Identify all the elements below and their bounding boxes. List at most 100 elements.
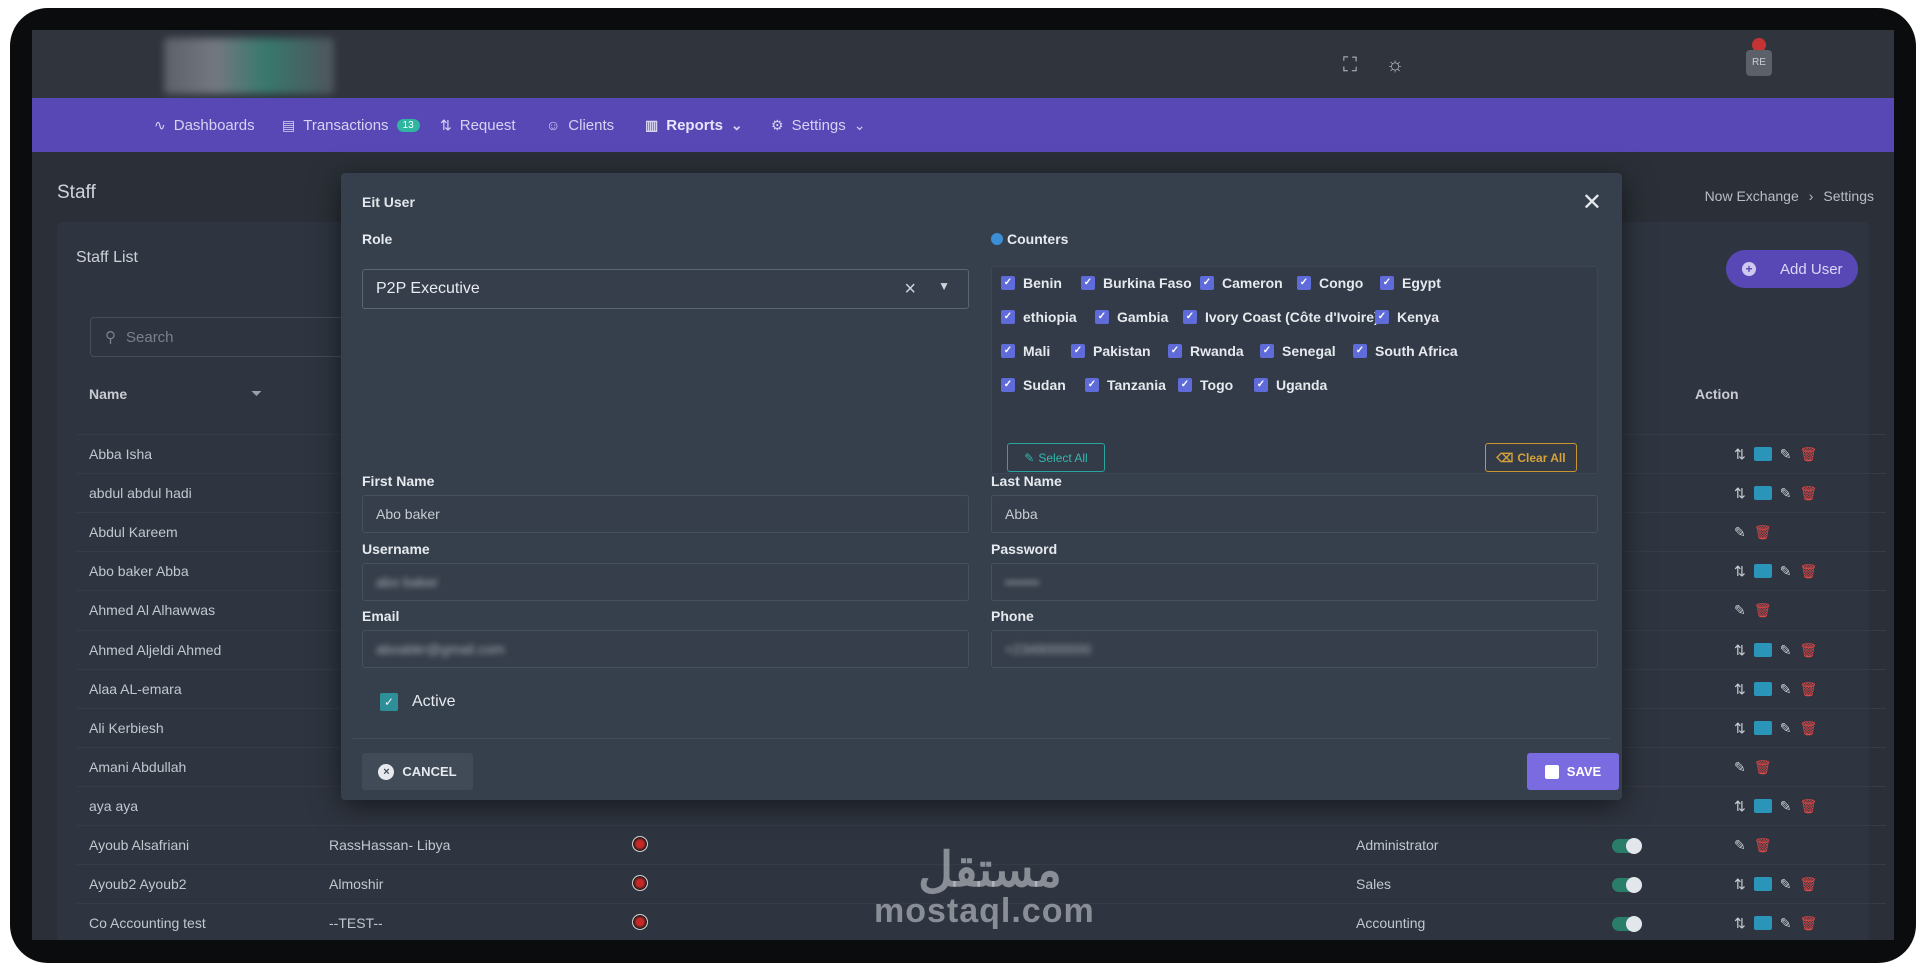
- trash-icon[interactable]: 🗑: [1799, 875, 1817, 893]
- transfer-icon[interactable]: ⇅: [1734, 875, 1746, 893]
- edit-icon[interactable]: ✎: [1780, 562, 1792, 580]
- trash-icon[interactable]: 🗑: [1799, 641, 1817, 659]
- checkbox-checked-icon[interactable]: ✓: [1297, 276, 1311, 290]
- filter-icon[interactable]: ⏷: [251, 385, 262, 402]
- role-select[interactable]: P2P Executive × ▼: [362, 269, 969, 309]
- nav-clients[interactable]: ☺ Clients: [546, 98, 614, 152]
- transfer-icon[interactable]: ⇅: [1734, 641, 1746, 659]
- country-checkbox[interactable]: ✓ Cameron: [1200, 275, 1283, 291]
- nav-dashboards[interactable]: ∿ Dashboards: [154, 98, 255, 152]
- select-all-button[interactable]: ✎ Select All: [1007, 443, 1105, 472]
- checkbox-checked-icon[interactable]: ✓: [1085, 378, 1099, 392]
- checkbox-checked-icon[interactable]: ✓: [1001, 378, 1015, 392]
- edit-icon[interactable]: ✎: [1780, 445, 1792, 463]
- country-checkbox[interactable]: ✓ ethiopia: [1001, 309, 1077, 325]
- clear-icon[interactable]: ×: [904, 278, 916, 301]
- status-toggle[interactable]: [1612, 916, 1642, 933]
- country-checkbox[interactable]: ✓ South Africa: [1353, 343, 1458, 359]
- trash-icon[interactable]: 🗑: [1754, 601, 1772, 619]
- checkbox-checked-icon[interactable]: ✓: [1178, 378, 1192, 392]
- transfer-icon[interactable]: ⇅: [1734, 562, 1746, 580]
- active-checkbox-row[interactable]: ✓ Active: [380, 693, 456, 711]
- cancel-button[interactable]: × CANCEL: [362, 753, 473, 790]
- fullscreen-icon[interactable]: ⛶: [1339, 54, 1361, 76]
- edit-icon[interactable]: ✎: [1780, 875, 1792, 893]
- avatar[interactable]: RE: [1746, 50, 1772, 76]
- country-checkbox[interactable]: ✓ Benin: [1001, 275, 1062, 291]
- wallet-icon[interactable]: [1753, 720, 1772, 735]
- country-checkbox[interactable]: ✓ Senegal: [1260, 343, 1336, 359]
- checkbox-checked-icon[interactable]: ✓: [1001, 276, 1015, 290]
- edit-icon[interactable]: ✎: [1734, 601, 1746, 619]
- trash-icon[interactable]: 🗑: [1799, 719, 1817, 737]
- trash-icon[interactable]: 🗑: [1754, 758, 1772, 776]
- add-user-button[interactable]: + Add User: [1726, 250, 1858, 288]
- country-checkbox[interactable]: ✓ Tanzania: [1085, 377, 1166, 393]
- country-checkbox[interactable]: ✓ Uganda: [1254, 377, 1327, 393]
- wallet-icon[interactable]: [1753, 564, 1772, 579]
- trash-icon[interactable]: 🗑: [1799, 484, 1817, 502]
- first-name-field[interactable]: Abo baker: [362, 495, 969, 533]
- checkbox-checked-icon[interactable]: ✓: [1168, 344, 1182, 358]
- edit-icon[interactable]: ✎: [1734, 836, 1746, 854]
- status-toggle[interactable]: [1612, 838, 1642, 854]
- checkbox-checked-icon[interactable]: ✓: [1200, 276, 1214, 290]
- wallet-icon[interactable]: [1753, 486, 1772, 501]
- transfer-icon[interactable]: ⇅: [1734, 680, 1746, 698]
- trash-icon[interactable]: 🗑: [1799, 562, 1817, 580]
- wallet-icon[interactable]: [1753, 642, 1772, 657]
- trash-icon[interactable]: 🗑: [1754, 836, 1772, 854]
- checkbox-checked-icon[interactable]: ✓: [1260, 344, 1274, 358]
- last-name-field[interactable]: Abba: [991, 495, 1598, 533]
- col-name[interactable]: Name: [89, 386, 127, 402]
- transfer-icon[interactable]: ⇅: [1734, 445, 1746, 463]
- active-checkbox[interactable]: ✓: [380, 693, 398, 711]
- checkbox-checked-icon[interactable]: ✓: [1081, 276, 1095, 290]
- nav-reports[interactable]: ▥ Reports ⌄: [645, 98, 743, 152]
- transfer-icon[interactable]: ⇅: [1734, 719, 1746, 737]
- checkbox-checked-icon[interactable]: ✓: [1095, 310, 1109, 324]
- transfer-icon[interactable]: ⇅: [1734, 797, 1746, 815]
- edit-icon[interactable]: ✎: [1780, 484, 1792, 502]
- country-checkbox[interactable]: ✓ Congo: [1297, 275, 1363, 291]
- checkbox-checked-icon[interactable]: ✓: [1353, 344, 1367, 358]
- country-checkbox[interactable]: ✓ Mali: [1001, 343, 1050, 359]
- phone-field[interactable]: +2349000000: [991, 630, 1598, 668]
- country-checkbox[interactable]: ✓ Egypt: [1380, 275, 1441, 291]
- edit-icon[interactable]: ✎: [1780, 914, 1792, 932]
- country-checkbox[interactable]: ✓ Rwanda: [1168, 343, 1244, 359]
- nav-settings[interactable]: ⚙ Settings ⌄: [771, 98, 866, 152]
- edit-icon[interactable]: ✎: [1734, 758, 1746, 776]
- save-button[interactable]: SAVE: [1527, 753, 1619, 790]
- country-checkbox[interactable]: ✓ Pakistan: [1071, 343, 1151, 359]
- checkbox-checked-icon[interactable]: ✓: [1001, 310, 1015, 324]
- transfer-icon[interactable]: ⇅: [1734, 914, 1746, 932]
- transfer-icon[interactable]: ⇅: [1734, 484, 1746, 502]
- country-checkbox[interactable]: ✓ Gambia: [1095, 309, 1168, 325]
- country-checkbox[interactable]: ✓ Ivory Coast (Côte d'Ivoire): [1183, 309, 1379, 325]
- trash-icon[interactable]: 🗑: [1799, 914, 1817, 932]
- checkbox-checked-icon[interactable]: ✓: [1001, 344, 1015, 358]
- wallet-icon[interactable]: [1753, 877, 1772, 892]
- close-icon[interactable]: ✕: [1582, 191, 1602, 215]
- country-checkbox[interactable]: ✓ Togo: [1178, 377, 1233, 393]
- caret-down-icon[interactable]: ▼: [938, 279, 950, 293]
- email-field[interactable]: aboabkr@gmail.com: [362, 630, 969, 668]
- wallet-icon[interactable]: [1753, 447, 1772, 461]
- status-toggle[interactable]: [1612, 877, 1642, 894]
- checkbox-checked-icon[interactable]: ✓: [1375, 310, 1389, 324]
- clear-all-button[interactable]: ⌫ Clear All: [1485, 443, 1577, 472]
- breadcrumb-item[interactable]: Now Exchange: [1705, 188, 1799, 204]
- username-field[interactable]: abo baker: [362, 563, 969, 601]
- sun-icon[interactable]: ☼: [1384, 54, 1406, 76]
- wallet-icon[interactable]: [1753, 916, 1772, 931]
- trash-icon[interactable]: 🗑: [1799, 797, 1817, 815]
- wallet-icon[interactable]: [1753, 681, 1772, 696]
- trash-icon[interactable]: 🗑: [1799, 445, 1817, 463]
- checkbox-checked-icon[interactable]: ✓: [1254, 378, 1268, 392]
- trash-icon[interactable]: 🗑: [1754, 523, 1772, 541]
- country-checkbox[interactable]: ✓ Kenya: [1375, 309, 1439, 325]
- edit-icon[interactable]: ✎: [1780, 641, 1792, 659]
- edit-icon[interactable]: ✎: [1780, 719, 1792, 737]
- edit-icon[interactable]: ✎: [1734, 523, 1746, 541]
